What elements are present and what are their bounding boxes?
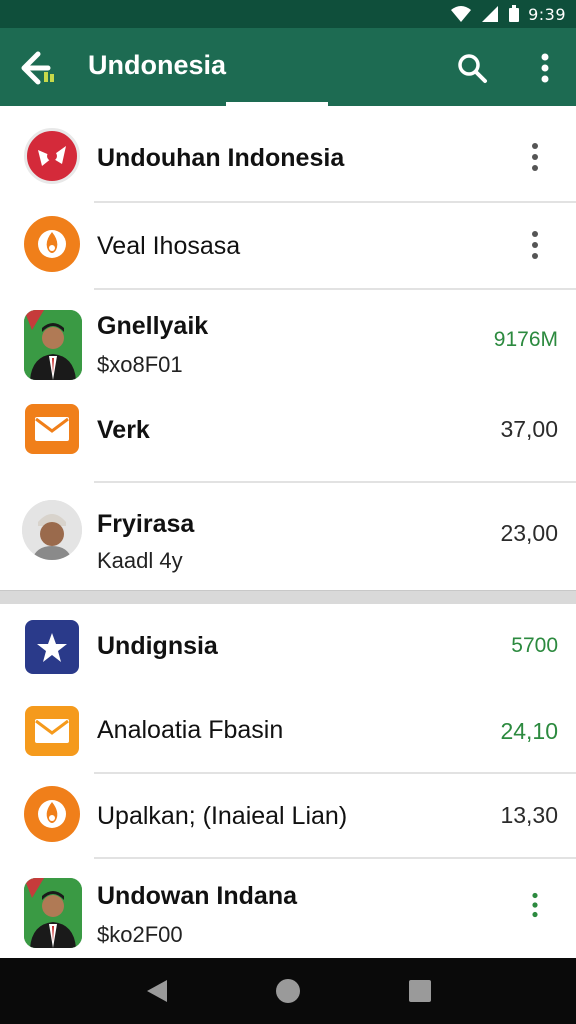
item-title: Fryirasa [97,510,195,538]
item-title: Gnellyaik [97,312,209,340]
item-value: 13,30 [500,802,558,828]
person-portrait-icon [24,878,82,948]
app-bar: Undonesia [0,28,576,106]
item-title: Verk [97,416,150,444]
list-item[interactable]: Upalkan; (Inaieal Lian) 13,30 [0,772,576,858]
item-value: 23,00 [500,520,558,546]
item-value: 9176M [493,328,558,351]
list-item[interactable]: Gnellyaik $xo8F01 9176M [0,290,576,394]
item-title: Analoatia Fbasin [97,716,284,744]
wifi-icon [451,6,472,22]
brand-logo-icon [24,128,80,184]
envelope-icon [35,417,69,441]
list-section-primary: Undouhan Indonesia Veal Ihosasa Gnellyai… [0,106,576,588]
item-title: Upalkan; (Inaieal Lian) [97,802,348,830]
more-vertical-icon[interactable] [526,892,544,918]
page-title: Undonesia [88,50,227,80]
orange-logo-icon [24,786,80,842]
item-value: 37,00 [500,416,558,442]
item-subtitle: Kaadl 4y [97,548,183,573]
flame-icon [38,230,66,258]
person-portrait-icon [22,500,82,560]
item-subtitle: $ko2F00 [97,922,183,947]
system-nav-bar [0,958,576,1024]
avatar [24,310,82,380]
signal-icon [482,6,499,22]
flame-icon [38,800,66,828]
brand-logo-icon [25,620,79,674]
item-value: 5700 [511,634,558,657]
list-item[interactable]: Veal Ihosasa [0,202,576,290]
battery-icon [509,5,520,22]
list-item[interactable]: Undowan Indana $ko2F00 [0,858,576,958]
more-vertical-icon[interactable] [526,230,544,260]
arrow-back-icon[interactable] [18,48,60,88]
item-title: Veal Ihosasa [97,232,241,260]
envelope-icon [35,719,69,743]
more-vertical-icon[interactable] [526,142,544,172]
mail-icon [25,404,79,454]
list-item[interactable]: Undouhan Indonesia [0,106,576,202]
clock: 9:39 [528,4,566,24]
list-item[interactable]: Verk 37,00 [0,394,576,480]
list-item[interactable]: Analoatia Fbasin 24,10 [0,686,576,772]
orange-logo-icon [24,216,80,272]
item-title: Undowan Indana [97,882,297,910]
list-section-secondary: Undignsia 5700 Analoatia Fbasin 24,10 Up… [0,602,576,958]
star-icon [37,633,67,662]
back-triangle-icon[interactable] [145,978,169,1004]
list-item[interactable]: Undignsia 5700 [0,602,576,686]
avatar [22,500,82,560]
item-title: Undignsia [97,632,218,660]
item-subtitle: $xo8F01 [97,352,183,377]
home-circle-icon[interactable] [275,978,301,1004]
more-vertical-icon[interactable] [532,52,558,84]
avatar [24,878,82,948]
person-portrait-icon [24,310,82,380]
status-bar: 9:39 [0,0,576,28]
list-item[interactable]: Fryirasa Kaadl 4y 23,00 [0,480,576,588]
ribbon-icon [38,146,66,166]
recents-square-icon[interactable] [408,979,432,1003]
item-value: 24,10 [500,718,558,744]
search-icon[interactable] [456,52,488,84]
mail-icon [25,706,79,756]
item-title: Undouhan Indonesia [97,144,345,172]
